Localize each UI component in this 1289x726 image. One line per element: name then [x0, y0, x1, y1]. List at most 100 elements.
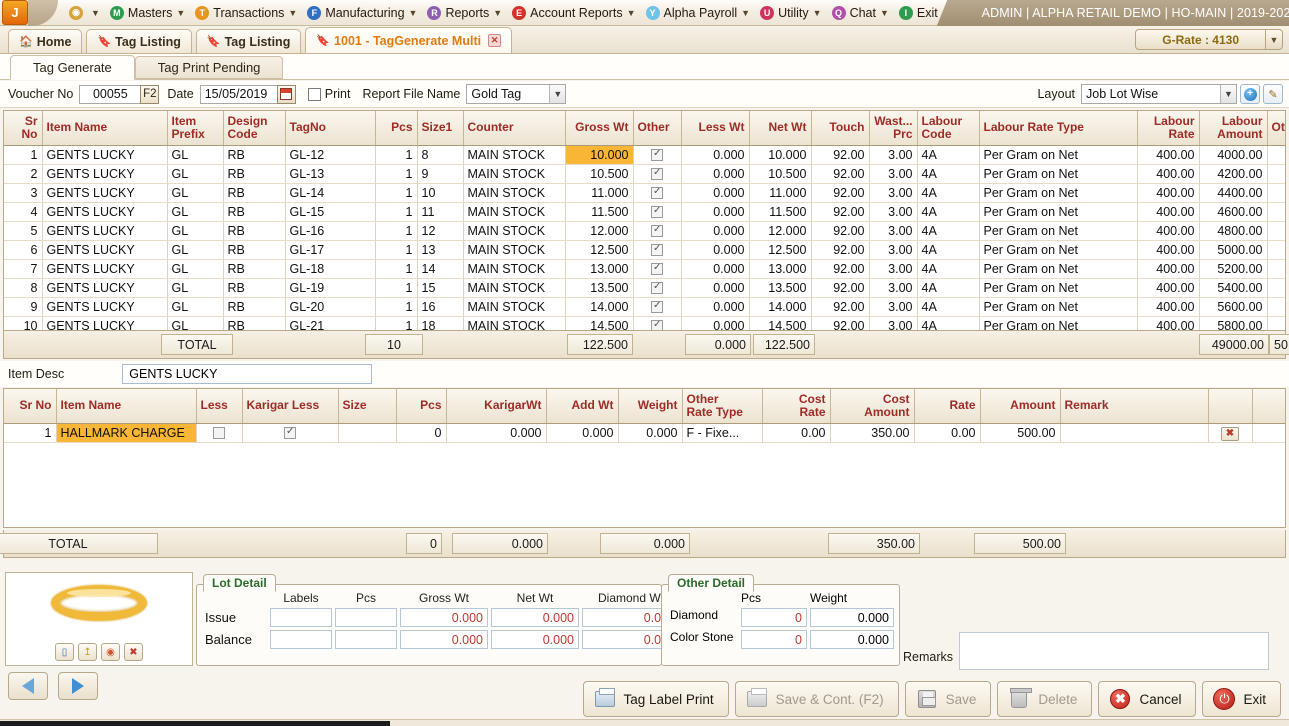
- cell-gross_wt[interactable]: 14.500: [565, 316, 634, 330]
- cell-wast_prc[interactable]: 3.00: [869, 240, 918, 260]
- cell-sr[interactable]: 10: [4, 316, 43, 330]
- cell-design_code[interactable]: RB: [223, 259, 286, 279]
- cell-counter[interactable]: MAIN STOCK: [463, 221, 566, 241]
- lot-detail-net_wt-input[interactable]: 0.000: [491, 630, 579, 649]
- column-header-ot[interactable]: Ot: [1267, 111, 1285, 146]
- cell-labour_rate_type[interactable]: Per Gram on Net: [979, 221, 1138, 241]
- tag-item-row[interactable]: 5 GENTS LUCKY GL RB GL-16 1 12 MAIN STOCK 12.000…: [4, 221, 1285, 241]
- column-header-pcs[interactable]: Pcs: [375, 111, 418, 146]
- checkbox-other[interactable]: [651, 319, 663, 330]
- cell-tagno[interactable]: GL-13: [285, 164, 376, 184]
- cell-pcs[interactable]: 1: [375, 240, 418, 260]
- cell-labour_amount[interactable]: 5400.00: [1199, 278, 1268, 298]
- cell-labour_rate[interactable]: 400.00: [1137, 202, 1200, 222]
- checkbox-other[interactable]: [651, 243, 663, 257]
- cell-less_wt[interactable]: 0.000: [681, 278, 750, 298]
- cell-touch[interactable]: 92.00: [811, 316, 870, 330]
- cell-labour_code[interactable]: 4A: [917, 221, 980, 241]
- cell-wast_prc[interactable]: 3.00: [869, 297, 918, 317]
- checkbox-other[interactable]: [651, 148, 663, 162]
- mobile-image-icon[interactable]: ▯: [55, 643, 74, 661]
- delete-image-icon[interactable]: ✖: [124, 643, 143, 661]
- column-header-size[interactable]: Size: [338, 389, 397, 424]
- close-tab-icon[interactable]: ✕: [488, 34, 502, 47]
- edit-layout-button[interactable]: ✎: [1263, 84, 1283, 104]
- cell-item_name[interactable]: GENTS LUCKY: [42, 259, 168, 279]
- cell-labour_amount[interactable]: 4000.00: [1199, 145, 1268, 165]
- cell-sr[interactable]: 1: [4, 145, 43, 165]
- cell-other[interactable]: [633, 164, 682, 184]
- cell-ot[interactable]: [1267, 316, 1285, 330]
- cell-item_name[interactable]: GENTS LUCKY: [42, 240, 168, 260]
- cell-labour_amount[interactable]: 5200.00: [1199, 259, 1268, 279]
- other-charges-grid[interactable]: Sr No Item Name Less Karigar Less Size Pcs Kar…: [3, 388, 1286, 528]
- cell-item_prefix[interactable]: GL: [167, 297, 224, 317]
- cell-size[interactable]: [338, 423, 397, 443]
- cell-net_wt[interactable]: 10.500: [749, 164, 812, 184]
- cell-wast_prc[interactable]: 3.00: [869, 278, 918, 298]
- cell-less_wt[interactable]: 0.000: [681, 297, 750, 317]
- column-header-less_wt[interactable]: Less Wt: [681, 111, 750, 146]
- lot-detail-gross_wt-input[interactable]: 0.000: [400, 608, 488, 627]
- menu-item-utility[interactable]: U Utility ▼: [755, 1, 826, 25]
- cell-size1[interactable]: 13: [417, 240, 464, 260]
- tag-item-row[interactable]: 2GENTS LUCKYGLRBGL-1319MAIN STOCK10.5000…: [4, 164, 1285, 184]
- document-tab-1[interactable]: 🔖 Tag Listing: [86, 29, 192, 53]
- column-header-sr[interactable]: Sr No: [4, 389, 57, 424]
- column-header-add_wt[interactable]: Add Wt: [546, 389, 619, 424]
- cell-size1[interactable]: 10: [417, 183, 464, 203]
- delete-row-button[interactable]: ✖: [1221, 426, 1239, 441]
- cell-labour_rate_type[interactable]: Per Gram on Net: [979, 202, 1138, 222]
- cell-item_name[interactable]: GENTS LUCKY: [42, 297, 168, 317]
- cell-labour_rate[interactable]: 400.00: [1137, 221, 1200, 241]
- document-tab-3[interactable]: 🔖 1001 - TagGenerate Multi ✕: [305, 27, 513, 53]
- cell-design_code[interactable]: RB: [223, 221, 286, 241]
- menu-item-account-reports[interactable]: E Account Reports ▼: [507, 1, 640, 25]
- cell-pcs[interactable]: 0: [396, 423, 447, 443]
- cell-amount[interactable]: 500.00: [980, 423, 1061, 443]
- cell-labour_code[interactable]: 4A: [917, 240, 980, 260]
- cell-pcs[interactable]: 1: [375, 202, 418, 222]
- tag-item-row[interactable]: 3 GENTS LUCKY GL RB GL-14 1 10 MAIN STOCK 11.000…: [4, 183, 1285, 203]
- cell-tagno[interactable]: GL-17: [285, 240, 376, 260]
- cell-labour_code[interactable]: 4A: [917, 183, 980, 203]
- column-header-design_code[interactable]: Design Code: [223, 111, 286, 146]
- cell-labour_rate_type[interactable]: Per Gram on Net: [979, 316, 1138, 330]
- cell-labour_rate[interactable]: 400.00: [1137, 278, 1200, 298]
- cell-touch[interactable]: 92.00: [811, 297, 870, 317]
- cell-less_wt[interactable]: 0.000: [681, 164, 750, 184]
- other-detail-pcs-input[interactable]: 0: [741, 630, 807, 649]
- cell-other[interactable]: [633, 278, 682, 298]
- cell-counter[interactable]: MAIN STOCK: [463, 240, 566, 260]
- cell-gross_wt[interactable]: 12.500: [565, 240, 634, 260]
- cell-pcs[interactable]: 1: [375, 316, 418, 330]
- cell-labour_amount[interactable]: 5000.00: [1199, 240, 1268, 260]
- cell-less_wt[interactable]: 0.000: [681, 316, 750, 330]
- cell-item_prefix[interactable]: GL: [167, 202, 224, 222]
- column-header-pcs[interactable]: Pcs: [396, 389, 447, 424]
- voucher-f2-button[interactable]: F2: [140, 84, 160, 104]
- other-detail-weight-input[interactable]: 0.000: [810, 630, 894, 649]
- cell-labour_rate_type[interactable]: Per Gram on Net: [979, 183, 1138, 203]
- tag-item-row[interactable]: 6 GENTS LUCKY GL RB GL-17 1 13 MAIN STOCK 12.500…: [4, 240, 1285, 260]
- cell-tagno[interactable]: GL-20: [285, 297, 376, 317]
- tag-item-row[interactable]: 10 GENTS LUCKY GL RB GL-21 1 18 MAIN STOCK 14.50…: [4, 316, 1285, 330]
- cell-ot[interactable]: [1267, 164, 1285, 184]
- cell-touch[interactable]: 92.00: [811, 202, 870, 222]
- cell-tagno[interactable]: GL-16: [285, 221, 376, 241]
- tab-tag-generate[interactable]: Tag Generate: [10, 55, 135, 80]
- cell-tagno[interactable]: GL-14: [285, 183, 376, 203]
- cell-size1[interactable]: 8: [417, 145, 464, 165]
- cell-labour_rate[interactable]: 400.00: [1137, 164, 1200, 184]
- cell-labour_rate[interactable]: 400.00: [1137, 259, 1200, 279]
- cell-sr[interactable]: 3: [4, 183, 43, 203]
- cell-sr[interactable]: 1: [4, 423, 57, 443]
- cell-net_wt[interactable]: 12.000: [749, 221, 812, 241]
- cell-size1[interactable]: 12: [417, 221, 464, 241]
- column-header-amount[interactable]: Amount: [980, 389, 1061, 424]
- cell-counter[interactable]: MAIN STOCK: [463, 145, 566, 165]
- column-header-less[interactable]: Less: [196, 389, 243, 424]
- cell-labour_code[interactable]: 4A: [917, 316, 980, 330]
- menu-item-chat[interactable]: Q Chat ▼: [827, 1, 894, 25]
- lot-detail-gross_wt-input[interactable]: 0.000: [400, 630, 488, 649]
